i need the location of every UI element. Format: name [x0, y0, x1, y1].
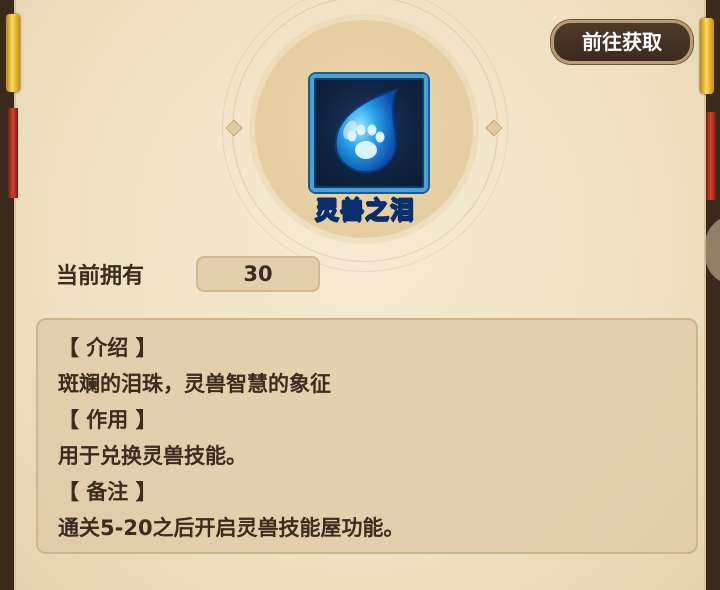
side-scroll-handle[interactable] [705, 215, 720, 285]
item-icon-frame [310, 74, 428, 192]
note-text: 通关5-20之后开启灵兽技能屋功能。 [58, 516, 405, 540]
left-gold-pillar [6, 14, 20, 92]
intro-text: 斑斓的泪珠，灵兽智慧的象征 [58, 372, 331, 396]
owned-count: 30 [196, 256, 320, 292]
use-text: 用于兑换灵兽技能。 [58, 444, 247, 468]
intro-heading: 【 介绍 】 [58, 336, 157, 360]
left-red-pillar [8, 108, 18, 198]
right-gold-pillar [700, 18, 714, 94]
item-name: 灵兽之泪 [315, 196, 415, 225]
owned-label: 当前拥有 [56, 264, 145, 289]
use-heading: 【 作用 】 [58, 408, 157, 432]
note-heading: 【 备注 】 [58, 480, 157, 504]
right-red-pillar [706, 112, 716, 200]
description-box: 【 介绍 】 斑斓的泪珠，灵兽智慧的象征 【 作用 】 用于兑换灵兽技能。 【 … [36, 318, 698, 554]
go-obtain-button[interactable]: 前往获取 [551, 20, 693, 64]
blue-paw-teardrop-icon [334, 88, 398, 174]
